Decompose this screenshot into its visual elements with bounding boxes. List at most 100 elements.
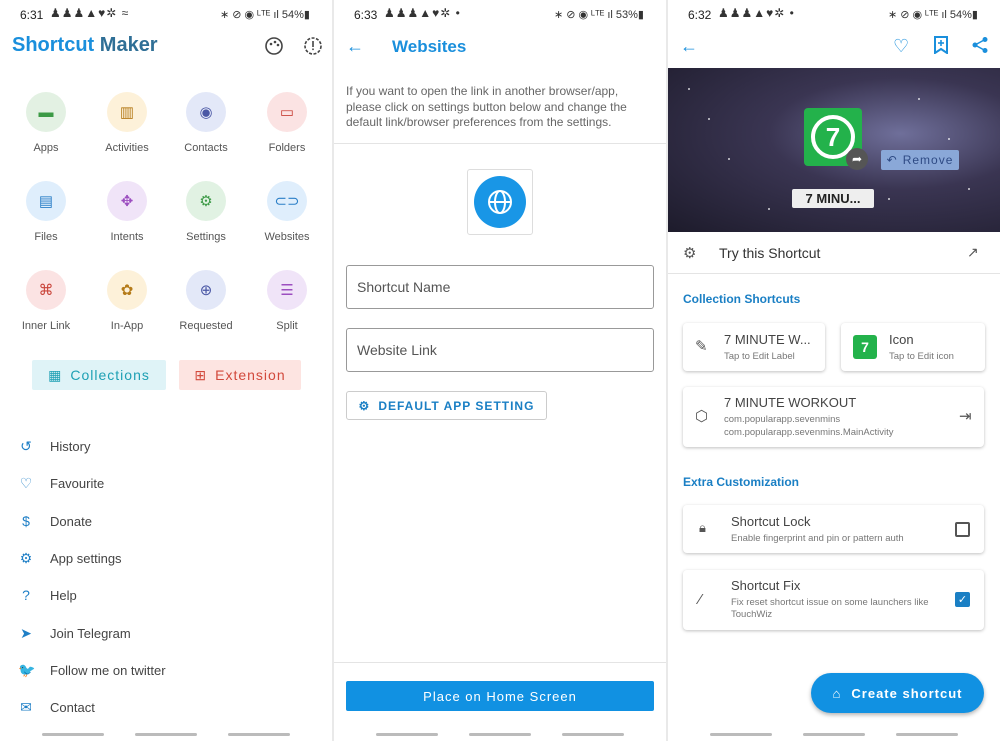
intents-icon: ✥ bbox=[107, 181, 147, 221]
activities-icon: ▥ bbox=[107, 92, 147, 132]
folder-icon: ▭ bbox=[267, 92, 307, 132]
icon-card-title: Icon bbox=[889, 332, 914, 347]
default-app-setting-label: DEFAULT APP SETTING bbox=[378, 398, 535, 413]
grid-item-label: Activities bbox=[105, 142, 149, 154]
app-title-part1: Shortcut bbox=[12, 34, 95, 56]
alert-settings-icon[interactable] bbox=[302, 36, 324, 58]
grid-item-files[interactable]: ▤ Files bbox=[6, 181, 86, 243]
shortcut-icon-picker[interactable] bbox=[467, 169, 533, 235]
lock-icon: 🔒︎ bbox=[699, 520, 706, 535]
twitter-icon: 🐦 bbox=[18, 661, 36, 678]
activity-class: com.popularapp.sevenmins.MainActivity bbox=[724, 427, 894, 438]
menu-item-app-settings[interactable]: ⚙ App settings bbox=[18, 547, 122, 569]
grid-item-in-app[interactable]: ✿ In-App bbox=[87, 270, 167, 332]
heart-icon[interactable]: ♡ bbox=[893, 36, 909, 57]
palette-icon[interactable] bbox=[263, 36, 285, 58]
star bbox=[888, 198, 890, 200]
system-icons: ∗ ⊘ ◉ ᴸᵀᴱ ıl 53%▮ bbox=[553, 9, 644, 21]
remove-label: Remove bbox=[902, 153, 954, 167]
dollar-icon: $ bbox=[22, 513, 30, 529]
grid-item-inner-link[interactable]: ⌘ Inner Link bbox=[6, 270, 86, 332]
activity-card[interactable]: ⬡ 7 MINUTE WORKOUT com.popularapp.sevenm… bbox=[683, 387, 984, 447]
grid-item-label: Split bbox=[276, 320, 298, 332]
grid-item-activities[interactable]: ▥ Activities bbox=[87, 92, 167, 154]
gear-icon: ⚙ bbox=[358, 398, 371, 413]
website-link-input[interactable]: Website Link bbox=[346, 328, 654, 372]
seven-app-icon: 7 bbox=[853, 335, 877, 359]
main-screen: 6:31 ♟♟♟▲♥✲ ≈ ∗ ⊘ ◉ ᴸᵀᴱ ıl 54%▮ Shortcut… bbox=[0, 0, 332, 741]
share-icon[interactable] bbox=[971, 36, 989, 59]
shortcut-preview: 7 ➦ ↶ Remove 7 MINU... bbox=[668, 68, 1000, 232]
menu-item-contact[interactable]: ✉ Contact bbox=[18, 696, 95, 718]
collections-button[interactable]: ▦ Collections bbox=[32, 360, 166, 390]
bookmark-add-icon[interactable] bbox=[933, 36, 949, 59]
notification-icons: ♟♟♟▲♥✲ • bbox=[384, 6, 461, 20]
extension-icon: ⊞ bbox=[194, 366, 208, 383]
history-icon: ↺ bbox=[20, 437, 32, 454]
lock-title: Shortcut Lock bbox=[731, 514, 811, 529]
system-icons: ∗ ⊘ ◉ ᴸᵀᴱ ıl 54%▮ bbox=[219, 9, 310, 21]
edit-label-card[interactable]: ✎ 7 MINUTE W... Tap to Edit Label bbox=[683, 323, 825, 371]
create-shortcut-button[interactable]: ⌂ Create shortcut bbox=[811, 673, 984, 713]
page-title: Websites bbox=[392, 37, 467, 56]
grid-item-requested[interactable]: ⊕ Requested bbox=[166, 270, 246, 332]
menu-item-donate[interactable]: $ Donate bbox=[18, 510, 92, 532]
grid-item-intents[interactable]: ✥ Intents bbox=[87, 181, 167, 243]
menu-item-help[interactable]: ? Help bbox=[18, 584, 77, 606]
create-shortcut-label: Create shortcut bbox=[851, 685, 963, 701]
nav-handle bbox=[896, 733, 958, 736]
extension-button[interactable]: ⊞ Extension bbox=[179, 360, 301, 390]
back-arrow-icon[interactable]: ← bbox=[680, 36, 698, 57]
star bbox=[968, 188, 970, 190]
try-shortcut-row[interactable]: ⚙ Try this Shortcut ↗ bbox=[668, 234, 1000, 274]
menu-item-favourite[interactable]: ♡ Favourite bbox=[18, 472, 104, 494]
contacts-icon: ◉ bbox=[186, 92, 226, 132]
default-app-setting-button[interactable]: ⚙ DEFAULT APP SETTING bbox=[346, 391, 547, 420]
edit-icon-card[interactable]: 7 Icon Tap to Edit icon bbox=[841, 323, 985, 371]
login-arrow-icon[interactable]: ⇥ bbox=[959, 407, 972, 425]
app-title-part2: Maker bbox=[99, 34, 158, 56]
fix-subtitle: Fix reset shortcut issue on some launche… bbox=[731, 597, 929, 620]
label-card-title: 7 MINUTE W... bbox=[724, 332, 811, 347]
android-icon: ▬ bbox=[26, 92, 66, 132]
menu-item-history[interactable]: ↺ History bbox=[18, 435, 90, 457]
grid-item-contacts[interactable]: ◉ Contacts bbox=[166, 92, 246, 154]
shortcut-fix-checkbox[interactable]: ✓ bbox=[955, 592, 970, 607]
place-on-home-screen-button[interactable]: Place on Home Screen bbox=[346, 681, 654, 711]
status-time: 6:33 bbox=[354, 8, 378, 22]
settings-icon: ⚙ bbox=[186, 181, 226, 221]
magic-wand-icon: ⁄ bbox=[699, 591, 702, 608]
file-icon: ▤ bbox=[26, 181, 66, 221]
open-external-icon[interactable]: ↗ bbox=[967, 244, 979, 261]
globe-icon bbox=[474, 176, 526, 228]
grid-item-split[interactable]: ☰ Split bbox=[247, 270, 327, 332]
websites-screen: 6:33 ♟♟♟▲♥✲ • ∗ ⊘ ◉ ᴸᵀᴱ ıl 53%▮ ← Websit… bbox=[334, 0, 666, 741]
puzzle-icon: ✿ bbox=[107, 270, 147, 310]
status-time: 6:32 bbox=[688, 8, 712, 22]
nav-handle bbox=[803, 733, 865, 736]
grid-item-websites[interactable]: ⊂⊃ Websites bbox=[247, 181, 327, 243]
extension-label: Extension bbox=[215, 367, 286, 383]
grid-item-settings[interactable]: ⚙ Settings bbox=[166, 181, 246, 243]
info-text: If you want to open the link in another … bbox=[346, 84, 627, 129]
menu-item-follow-me-on-twitter[interactable]: 🐦 Follow me on twitter bbox=[18, 659, 166, 681]
pencil-icon: ✎ bbox=[695, 338, 708, 355]
shortcut-label-preview: 7 MINU... bbox=[792, 189, 874, 208]
star bbox=[918, 98, 920, 100]
nav-handle bbox=[469, 733, 531, 736]
shortcut-lock-card[interactable]: 🔒︎ Shortcut Lock Enable fingerprint and … bbox=[683, 505, 984, 553]
shortcut-fix-card[interactable]: ⁄ Shortcut Fix Fix reset shortcut issue … bbox=[683, 570, 984, 630]
menu-item-join-telegram[interactable]: ➤ Join Telegram bbox=[18, 622, 131, 644]
label-card-subtitle: Tap to Edit Label bbox=[724, 351, 795, 362]
grid-item-label: Intents bbox=[110, 231, 144, 243]
grid-item-label: Folders bbox=[268, 142, 306, 154]
grid-item-folders[interactable]: ▭ Folders bbox=[247, 92, 327, 154]
grid-item-apps[interactable]: ▬ Apps bbox=[6, 92, 86, 154]
star bbox=[688, 88, 690, 90]
shortcut-name-input[interactable]: Shortcut Name bbox=[346, 265, 654, 309]
back-arrow-icon[interactable]: ← bbox=[346, 36, 364, 57]
shortcut-lock-checkbox[interactable] bbox=[955, 522, 970, 537]
telegram-icon: ➤ bbox=[20, 624, 32, 641]
remove-button[interactable]: ↶ Remove bbox=[881, 150, 959, 170]
grid-item-label: Files bbox=[34, 231, 58, 243]
